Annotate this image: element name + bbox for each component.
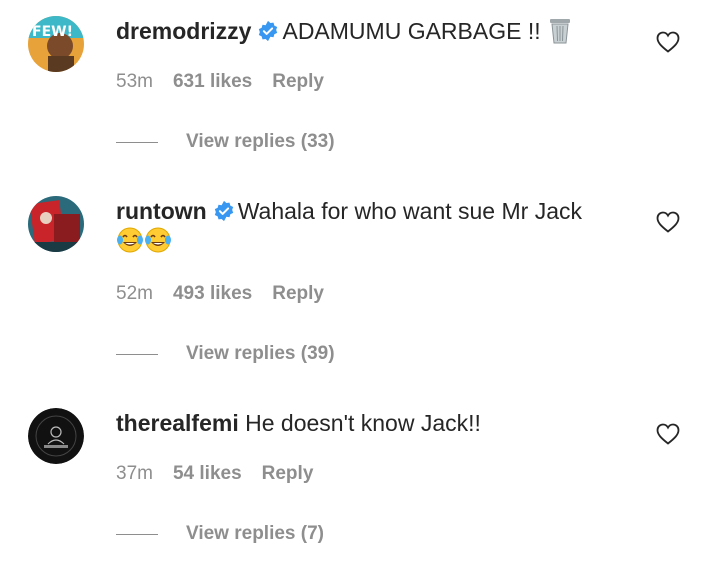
comment-text: ADAMUMU GARBAGE !! <box>282 18 541 44</box>
tears-of-joy-emoji-icon <box>144 226 172 261</box>
comment-meta: 53m 631 likes Reply <box>116 70 344 94</box>
verified-badge-icon <box>214 200 233 222</box>
wastebasket-emoji-icon <box>547 16 573 51</box>
comment-text: Wahala for who want sue Mr Jack <box>237 198 582 224</box>
comment-username[interactable]: dremodrizzy <box>116 18 251 44</box>
comment-body: therealfemi He doesn't know Jack!! <box>116 408 636 438</box>
view-replies-button[interactable]: View replies (39) <box>186 342 335 366</box>
replies-divider-line <box>116 354 158 355</box>
comment-time: 53m <box>116 71 153 92</box>
like-heart-icon[interactable] <box>656 423 680 445</box>
comment-body: dremodrizzy ADAMUMU GARBAGE !! <box>116 16 636 51</box>
comment-likes[interactable]: 54 likes <box>173 463 242 484</box>
comment-meta: 37m 54 likes Reply <box>116 462 333 486</box>
avatar[interactable]: FEW! <box>28 16 84 72</box>
comment-text: He doesn't know Jack!! <box>245 410 481 436</box>
avatar[interactable] <box>28 408 84 464</box>
avatar-logo-text: FEW! <box>32 24 73 40</box>
comment-body: runtown Wahala for who want sue Mr Jack <box>116 196 636 261</box>
view-replies-button[interactable]: View replies (33) <box>186 130 335 154</box>
comment-time: 52m <box>116 283 153 304</box>
comment-likes[interactable]: 493 likes <box>173 283 252 304</box>
like-heart-icon[interactable] <box>656 211 680 233</box>
verified-badge-icon <box>259 20 278 42</box>
reply-button[interactable]: Reply <box>272 283 324 304</box>
replies-divider-line <box>116 142 158 143</box>
comment-username[interactable]: runtown <box>116 198 207 224</box>
comment-time: 37m <box>116 463 153 484</box>
comment-likes[interactable]: 631 likes <box>173 71 252 92</box>
like-heart-icon[interactable] <box>656 31 680 53</box>
tears-of-joy-emoji-icon <box>116 226 144 261</box>
reply-button[interactable]: Reply <box>262 463 314 484</box>
comment-username[interactable]: therealfemi <box>116 410 239 436</box>
reply-button[interactable]: Reply <box>272 71 324 92</box>
replies-divider-line <box>116 534 158 535</box>
comment-meta: 52m 493 likes Reply <box>116 282 344 306</box>
view-replies-button[interactable]: View replies (7) <box>186 522 324 546</box>
avatar[interactable] <box>28 196 84 252</box>
